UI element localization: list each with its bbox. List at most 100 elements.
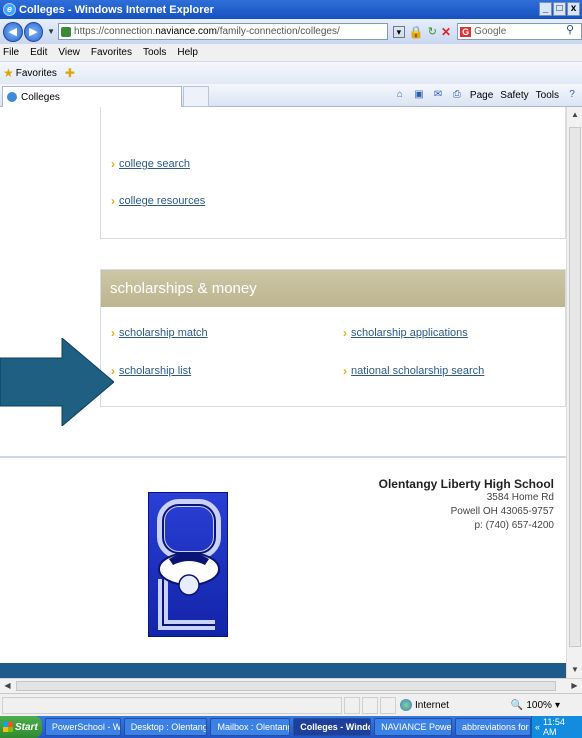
url-path: /family-connection/colleges/ — [216, 26, 340, 37]
naviance-favicon — [7, 92, 17, 102]
school-contact: Olentangy Liberty High School 3584 Home … — [379, 477, 554, 533]
refresh-icon[interactable]: ↻ — [428, 25, 437, 38]
tray-icons[interactable]: « — [535, 722, 540, 732]
link-college-resources[interactable]: › college resources — [111, 194, 205, 208]
taskbar-item-abbreviations[interactable]: abbreviations for ex... — [455, 718, 531, 736]
url-input[interactable]: https://connection. naviance.com/family-c… — [58, 23, 388, 40]
taskbar-item-colleges[interactable]: Colleges - Windo... — [293, 718, 372, 736]
scholarships-card: scholarships & money › scholarship match… — [100, 269, 566, 407]
feeds-icon[interactable]: ▣ — [413, 89, 425, 101]
arrow-right-icon — [0, 338, 114, 426]
zoom-control[interactable]: 🔍 100% ▾ — [511, 700, 560, 711]
clock[interactable]: 11:54 AM — [543, 717, 579, 737]
status-segment — [380, 696, 396, 714]
taskbar-item-label: PowerSchool - Wind... — [51, 722, 121, 732]
menu-file[interactable]: File — [3, 47, 19, 58]
link-college-search[interactable]: › college search — [111, 157, 190, 171]
link-scholarship-applications[interactable]: › scholarship applications — [343, 326, 468, 340]
link-national-scholarship-search[interactable]: › national scholarship search — [343, 364, 484, 378]
school-logo-graphic — [157, 499, 221, 630]
safety-menu[interactable]: Safety — [500, 90, 528, 101]
zoom-icon: 🔍 — [510, 699, 524, 711]
footer-bar — [0, 663, 566, 678]
scroll-up-icon[interactable]: ▲ — [567, 107, 582, 123]
link-text: college search — [119, 158, 190, 170]
scroll-right-icon[interactable]: ▶ — [567, 679, 582, 693]
tab-colleges[interactable]: Colleges — [2, 86, 182, 107]
page-menu[interactable]: Page — [470, 90, 493, 101]
stop-icon[interactable]: ✕ — [441, 25, 451, 39]
globe-icon — [400, 699, 412, 711]
lock-icon[interactable]: 🔒 — [409, 25, 424, 39]
taskbar-item-powerpoint[interactable]: NAVIANCE PowerPoint — [374, 718, 453, 736]
taskbar-item-desktop[interactable]: Desktop : Olentang... — [123, 718, 208, 736]
menu-edit[interactable]: Edit — [30, 47, 47, 58]
history-dropdown-icon[interactable]: ▼ — [47, 27, 55, 36]
link-scholarship-list[interactable]: › scholarship list — [111, 364, 191, 378]
link-scholarship-match[interactable]: › scholarship match — [111, 326, 208, 340]
link-text: national scholarship search — [351, 365, 485, 377]
favorites-star-icon[interactable]: ★ — [3, 66, 14, 80]
home-icon[interactable]: ⌂ — [394, 89, 406, 101]
search-placeholder: Google — [474, 26, 507, 37]
zoom-level: 100% — [526, 699, 552, 711]
chevron-right-icon: › — [343, 326, 347, 340]
url-domain: naviance.com — [155, 26, 217, 37]
taskbar-item-label: Mailbox : Olentangy... — [217, 722, 289, 732]
help-icon[interactable]: ? — [566, 89, 578, 101]
school-phone: p: (740) 657-4200 — [474, 520, 554, 531]
tab-bar: Colleges ⌂ ▣ ✉ ⎙ Page Safety Tools ? — [0, 84, 582, 107]
mail-icon[interactable]: ✉ — [432, 89, 444, 101]
taskbar-item-label: abbreviations for ex... — [462, 722, 530, 732]
taskbar-item-label: NAVIANCE PowerPoint — [381, 722, 453, 732]
window-title-bar: e Colleges - Windows Internet Explorer _… — [0, 0, 582, 19]
school-address-line2: Powell OH 43065-9757 — [450, 506, 554, 517]
url-dropdown-icon[interactable]: ▾ — [392, 25, 405, 38]
link-text: scholarship applications — [351, 327, 468, 339]
forward-button[interactable]: ▶ — [23, 21, 44, 42]
add-favorites-icon[interactable]: ✚ — [65, 66, 75, 80]
taskbar-item-label: Desktop : Olentang... — [130, 722, 208, 732]
taskbar-item-label: Colleges - Windo... — [300, 722, 370, 732]
scroll-left-icon[interactable]: ◀ — [0, 679, 15, 693]
search-icon[interactable]: ⚲ — [562, 23, 578, 39]
print-icon[interactable]: ⎙ — [451, 89, 463, 101]
google-icon: G — [460, 26, 472, 37]
college-links-card: › college search › college resources — [100, 107, 566, 239]
link-text: scholarship list — [119, 365, 192, 377]
security-zone[interactable]: Internet — [400, 699, 449, 711]
start-label: Start — [15, 721, 38, 733]
close-button[interactable]: x — [567, 2, 580, 16]
window-title: Colleges - Windows Internet Explorer — [19, 3, 214, 16]
favorites-button[interactable]: Favorites — [16, 68, 57, 79]
taskbar: Start PowerSchool - Wind... Desktop : Ol… — [0, 716, 582, 738]
tab-label: Colleges — [21, 91, 60, 103]
link-text: scholarship match — [119, 327, 208, 339]
status-segment — [362, 696, 378, 714]
scholarships-heading: scholarships & money — [101, 270, 565, 307]
taskbar-item-powerschool[interactable]: PowerSchool - Wind... — [44, 718, 121, 736]
new-tab-button[interactable] — [183, 86, 209, 107]
taskbar-item-mailbox[interactable]: Mailbox : Olentangy... — [210, 718, 291, 736]
horizontal-scroll-thumb[interactable] — [16, 681, 556, 691]
footer-divider — [0, 456, 566, 458]
horizontal-scrollbar[interactable]: ◀ ▶ — [0, 678, 582, 693]
tools-menu[interactable]: Tools — [536, 90, 559, 101]
windows-logo-icon — [3, 722, 13, 732]
vertical-scrollbar[interactable]: ▲ ▼ — [566, 107, 582, 678]
maximize-button[interactable]: □ — [553, 2, 566, 16]
start-button[interactable]: Start — [0, 716, 42, 738]
chevron-right-icon: › — [111, 194, 115, 208]
scroll-down-icon[interactable]: ▼ — [567, 662, 582, 678]
favorites-bar: ★ Favorites ✚ — [0, 62, 582, 84]
menu-favorites[interactable]: Favorites — [91, 47, 132, 58]
scroll-thumb[interactable] — [569, 127, 581, 647]
status-segment — [344, 696, 360, 714]
ie-logo-icon: e — [3, 3, 16, 16]
minimize-button[interactable]: _ — [539, 2, 552, 16]
address-bar: ◀ ▶ ▼ https://connection. naviance.com/fa… — [0, 19, 582, 44]
back-button[interactable]: ◀ — [3, 21, 23, 42]
menu-help[interactable]: Help — [177, 47, 198, 58]
menu-view[interactable]: View — [58, 47, 80, 58]
menu-tools[interactable]: Tools — [143, 47, 166, 58]
